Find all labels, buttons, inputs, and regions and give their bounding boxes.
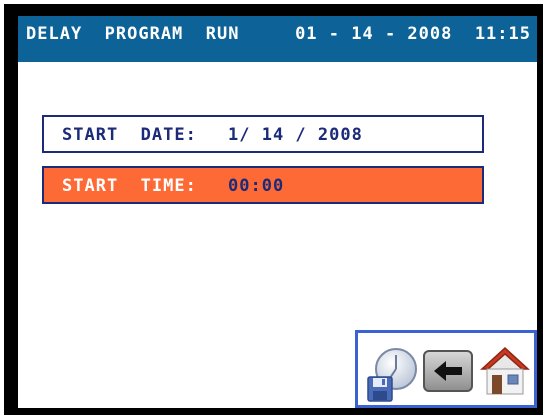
- save-clock-button[interactable]: [366, 347, 422, 403]
- device-bezel: DELAY PROGRAM RUN 01 - 14 - 2008 11:15 S…: [0, 0, 547, 419]
- home-icon: [480, 346, 530, 395]
- action-toolbar: [355, 330, 537, 408]
- start-date-field[interactable]: START DATE: 1/ 14 / 2008: [42, 115, 484, 153]
- save-clock-icon: [367, 348, 417, 402]
- home-button[interactable]: [480, 345, 530, 397]
- back-arrow-icon: [423, 350, 473, 392]
- screen-title: DELAY PROGRAM RUN: [26, 24, 240, 44]
- start-time-value: 00:00: [228, 176, 285, 196]
- start-time-field[interactable]: START TIME: 00:00: [42, 166, 484, 204]
- start-date-value: 1/ 14 / 2008: [228, 125, 363, 145]
- start-date-label: START DATE:: [62, 125, 197, 145]
- title-bar: DELAY PROGRAM RUN 01 - 14 - 2008 11:15: [18, 16, 537, 62]
- screen: DELAY PROGRAM RUN 01 - 14 - 2008 11:15 S…: [18, 16, 537, 408]
- back-button[interactable]: [422, 349, 474, 393]
- current-datetime: 01 - 14 - 2008 11:15: [295, 24, 531, 44]
- start-time-label: START TIME:: [62, 176, 197, 196]
